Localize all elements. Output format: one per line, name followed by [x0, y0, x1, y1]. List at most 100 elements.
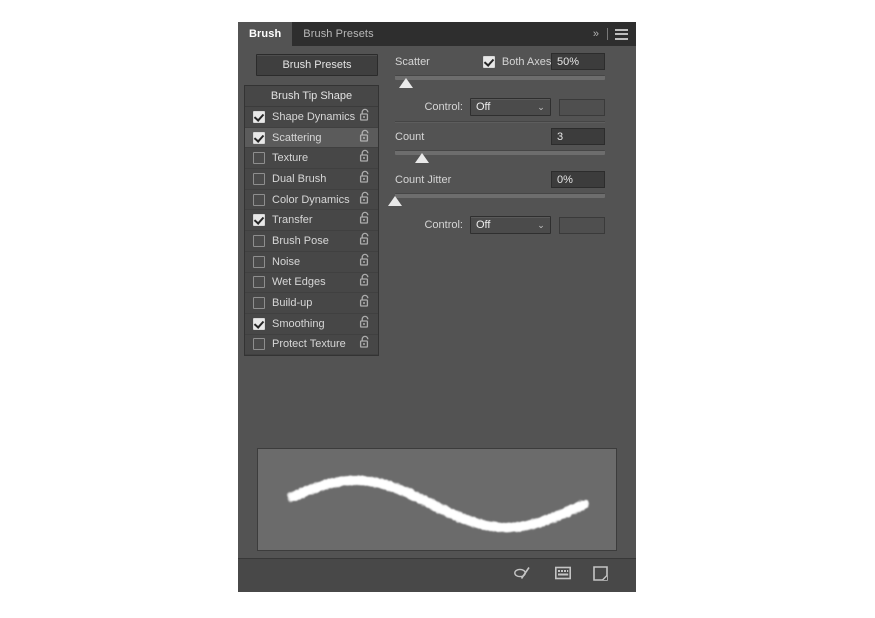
lock-open-icon[interactable] [359, 253, 371, 271]
scatter-slider-thumb[interactable] [398, 78, 413, 88]
tab-brush-label: Brush [249, 28, 282, 40]
count-jitter-row: Count Jitter 0% [390, 169, 636, 190]
chevron-down-icon: ⌄ [537, 219, 545, 230]
brush-options-column: Brush Presets Brush Tip Shape Shape Dyna… [244, 46, 384, 357]
brush-option-checkbox[interactable] [253, 276, 265, 289]
count-control-value: Off [475, 219, 491, 231]
scatter-row: Scatter Both Axes 50% [390, 51, 636, 72]
brush-option-checkbox[interactable] [253, 338, 265, 351]
brush-option-checkbox[interactable] [253, 193, 265, 206]
create-new-brush-icon[interactable] [593, 565, 608, 586]
count-slider-thumb[interactable] [415, 153, 430, 163]
lock-open-icon[interactable] [359, 108, 371, 126]
collapse-panel-icon[interactable]: » [591, 28, 600, 40]
chevron-down-icon: ⌄ [537, 101, 545, 112]
count-slider[interactable] [395, 147, 605, 169]
brush-stroke-preview[interactable] [257, 448, 617, 551]
brush-option-label: Protect Texture [272, 338, 346, 351]
both-axes-checkbox[interactable]: Both Axes [482, 55, 552, 68]
lock-open-icon[interactable] [359, 294, 371, 312]
lock-open-icon[interactable] [359, 232, 371, 250]
brush-option-checkbox[interactable] [253, 234, 265, 247]
brush-option-row[interactable]: Protect Texture [245, 335, 378, 356]
lock-open-icon[interactable] [359, 170, 371, 188]
brush-option-label: Color Dynamics [272, 193, 350, 206]
lock-open-icon[interactable] [359, 315, 371, 333]
brush-panel: Brush Brush Presets » Brush Presets Brus [238, 22, 636, 592]
brush-option-label: Shape Dynamics [272, 110, 356, 123]
brush-option-row[interactable]: Scattering [245, 127, 378, 149]
count-jitter-slider[interactable] [388, 190, 605, 212]
lock-open-icon[interactable] [359, 211, 371, 229]
scatter-control-value: Off [475, 101, 491, 113]
tab-brush-presets-label: Brush Presets [303, 28, 374, 40]
count-row: Count 3 [390, 126, 636, 147]
brush-option-checkbox[interactable] [253, 110, 265, 123]
count-jitter-slider-track [395, 193, 605, 198]
tab-brush[interactable]: Brush [238, 22, 293, 46]
brush-option-row[interactable]: Noise [245, 252, 378, 273]
panel-tab-bar: Brush Brush Presets » [238, 22, 636, 46]
brush-option-label: Wet Edges [272, 276, 326, 289]
lock-open-icon[interactable] [359, 191, 371, 209]
brush-presets-button-label: Brush Presets [282, 59, 352, 71]
panel-menu-icon[interactable] [615, 28, 628, 40]
count-control-select[interactable]: Off ⌄ [469, 216, 551, 234]
brush-presets-button[interactable]: Brush Presets [256, 54, 378, 76]
count-label: Count [395, 130, 425, 143]
section-divider [395, 121, 605, 123]
brush-option-label: Build-up [272, 297, 313, 310]
brush-option-checkbox[interactable] [253, 297, 265, 310]
brush-option-checkbox[interactable] [253, 255, 265, 268]
panel-footer [238, 558, 636, 592]
brush-option-row[interactable]: Build-up [245, 293, 378, 314]
scatter-control-extra-field[interactable] [558, 98, 605, 116]
brush-option-row[interactable]: Shape Dynamics [245, 107, 378, 128]
scatter-value-field[interactable]: 50% [551, 53, 605, 70]
brush-option-row[interactable]: Smoothing [245, 314, 378, 335]
brush-options-list: Brush Tip Shape Shape Dynamics Scattering… [244, 85, 379, 357]
brush-option-checkbox[interactable] [253, 317, 265, 330]
lock-open-icon[interactable] [359, 129, 371, 147]
scatter-control-row: Control: Off ⌄ [390, 96, 636, 118]
lock-open-icon[interactable] [359, 335, 371, 353]
count-control-extra-field[interactable] [558, 216, 605, 234]
brush-option-row[interactable]: Wet Edges [245, 273, 378, 294]
count-control-row: Control: Off ⌄ [390, 214, 636, 236]
lock-open-icon[interactable] [359, 149, 371, 167]
brush-option-row[interactable]: Color Dynamics [245, 190, 378, 211]
brush-option-label: Transfer [272, 214, 313, 227]
brush-tip-shape-item[interactable]: Brush Tip Shape [245, 86, 378, 107]
brush-option-row[interactable]: Texture [245, 148, 378, 170]
brush-stroke-preview-image [286, 475, 589, 533]
screen: Brush Brush Presets » Brush Presets Brus [0, 0, 875, 618]
brush-option-row[interactable]: Dual Brush [245, 169, 378, 190]
brush-option-checkbox[interactable] [253, 131, 265, 144]
scatter-slider-track [395, 75, 605, 80]
new-brush-preset-icon[interactable] [555, 566, 571, 585]
scattering-settings-column: Scatter Both Axes 50% Control: Off ⌄ Cou… [388, 46, 636, 236]
brush-option-checkbox[interactable] [253, 172, 265, 185]
toggle-brush-preview-icon[interactable] [513, 566, 533, 585]
count-jitter-label: Count Jitter [395, 173, 452, 186]
scatter-label: Scatter [395, 55, 430, 68]
both-axes-label: Both Axes [501, 55, 552, 68]
brush-option-row[interactable]: Brush Pose [245, 231, 378, 252]
count-control-label: Control: [424, 219, 463, 231]
brush-option-label: Noise [272, 255, 301, 268]
scatter-control-label: Control: [424, 101, 463, 113]
scatter-slider[interactable] [395, 72, 605, 94]
brush-option-label: Smoothing [272, 317, 325, 330]
count-jitter-value-field[interactable]: 0% [551, 171, 605, 188]
scatter-control-select[interactable]: Off ⌄ [469, 98, 551, 116]
brush-option-label: Brush Pose [272, 234, 329, 247]
brush-option-checkbox[interactable] [253, 152, 265, 165]
lock-open-icon[interactable] [359, 273, 371, 291]
count-jitter-slider-thumb[interactable] [388, 196, 402, 206]
tab-brush-presets[interactable]: Brush Presets [292, 22, 384, 46]
brush-option-label: Scattering [272, 131, 322, 144]
brush-option-label: Dual Brush [272, 172, 327, 185]
count-value-field[interactable]: 3 [551, 128, 605, 145]
brush-option-checkbox[interactable] [253, 214, 265, 227]
brush-option-row[interactable]: Transfer [245, 210, 378, 232]
